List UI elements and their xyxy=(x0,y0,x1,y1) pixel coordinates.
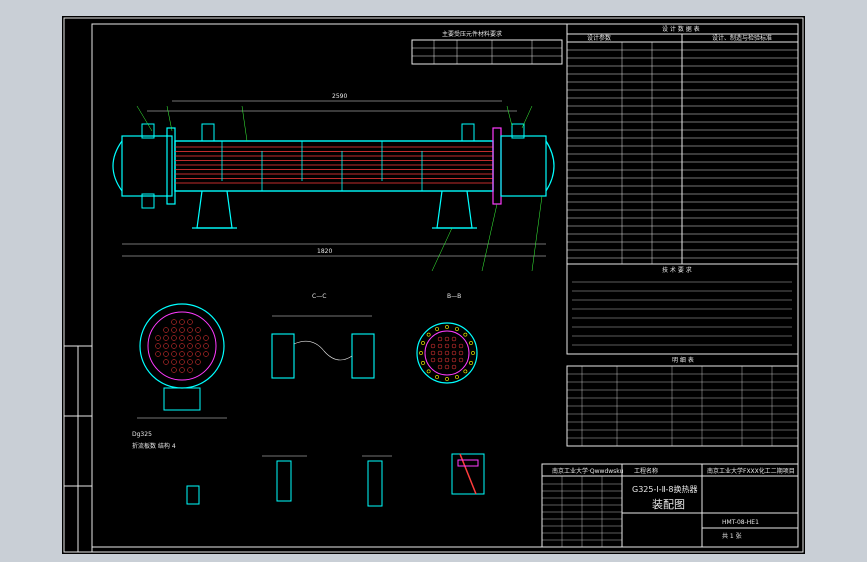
inner-border xyxy=(91,23,799,548)
section-c-label: C—C xyxy=(312,293,326,300)
section-view-saddle: C—C xyxy=(271,293,375,379)
title-block: 南京工业大学·Qwwdwsku 工程名称 南京工业大学FXXX化工二期项目 G3… xyxy=(541,463,799,548)
technical-requirements: 技 术 要 求 xyxy=(566,263,799,355)
tech-req-title: 技 术 要 求 xyxy=(662,266,692,274)
parts-list-title: 明 细 表 xyxy=(672,356,694,364)
title-block-school: 南京工业大学·Qwwdwsku xyxy=(552,467,624,475)
drawing-canvas: 设 计 数 据 表 设计参数 设计、制造与检验标准 主要受压元件材料要求 259… xyxy=(63,17,804,553)
section-view-flange: B—B xyxy=(416,293,478,384)
cad-drawing-viewport: 设 计 数 据 表 设计参数 设计、制造与检验标准 主要受压元件材料要求 259… xyxy=(0,0,867,562)
overall-length-dim: 2590 xyxy=(332,93,347,100)
title-block-sheet: 共 1 张 xyxy=(722,532,742,540)
cutaway-note-b: 折流板数 结构 4 xyxy=(132,442,176,450)
heat-exchanger-elevation: 2590 1820 xyxy=(112,93,555,272)
title-block-drawing-number: HMT-08-HE1 xyxy=(722,519,759,526)
title-block-drawing-title: G325-Ⅰ-Ⅱ-8换热器 xyxy=(632,484,698,494)
drawing-sheet: 设 计 数 据 表 设计参数 设计、制造与检验标准 主要受压元件材料要求 259… xyxy=(62,16,805,554)
title-block-drawing-subtitle: 装配图 xyxy=(652,498,685,511)
design-table-header-left: 设计参数 xyxy=(587,34,611,42)
design-table-title: 设 计 数 据 表 xyxy=(662,25,700,33)
design-data-table: 设 计 数 据 表 设计参数 设计、制造与检验标准 xyxy=(566,23,799,265)
title-block-project-label: 工程名称 xyxy=(634,467,658,475)
materials-table-title: 主要受压元件材料要求 xyxy=(442,30,502,38)
title-block-project-name: 南京工业大学FXXX化工二期项目 xyxy=(707,467,795,475)
tube-length-dim: 1820 xyxy=(317,248,332,255)
section-view-left: Dg325 折流板数 结构 4 xyxy=(132,303,227,450)
materials-table: 主要受压元件材料要求 xyxy=(411,30,563,65)
design-table-header-right: 设计、制造与检验标准 xyxy=(712,34,772,42)
cutaway-note-a: Dg325 xyxy=(132,431,152,438)
parts-list: 明 细 表 xyxy=(566,356,799,447)
detail-parts xyxy=(186,453,485,507)
section-b-label: B—B xyxy=(447,293,461,300)
